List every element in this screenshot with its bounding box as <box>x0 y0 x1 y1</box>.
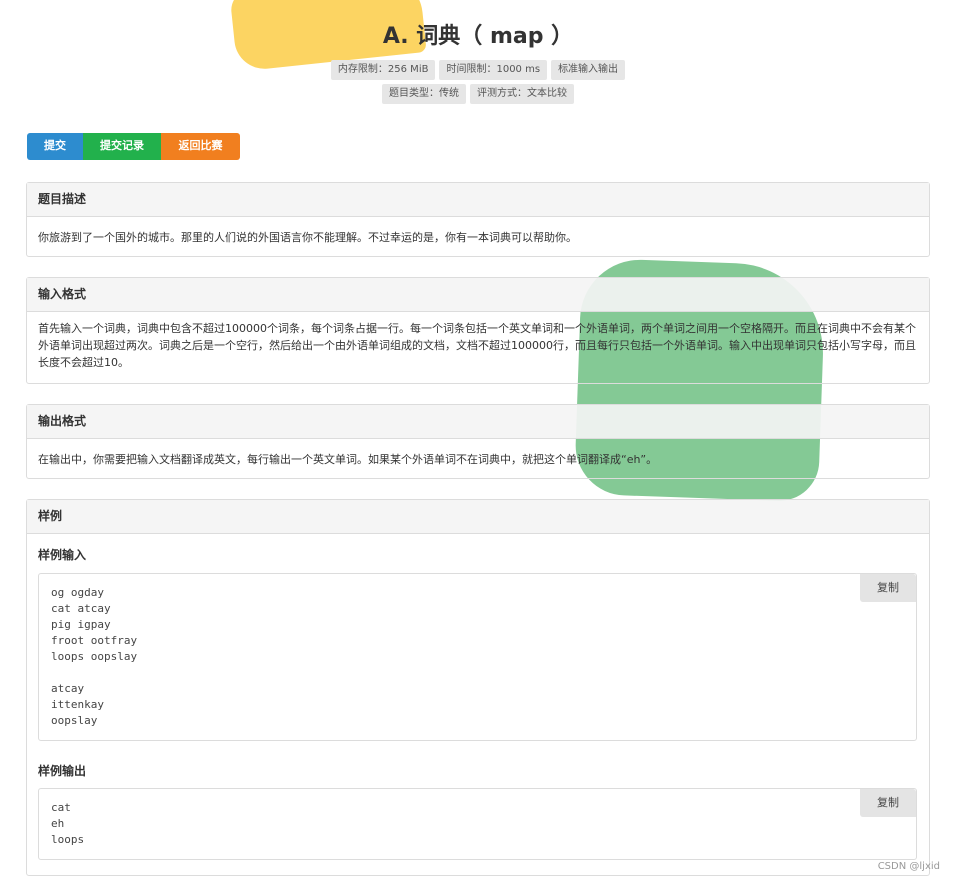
input-format-heading: 输入格式 <box>27 278 929 312</box>
output-format-heading: 输出格式 <box>27 405 929 439</box>
submission-records-button[interactable]: 提交记录 <box>83 133 161 160</box>
copy-output-button[interactable]: 复制 <box>860 789 916 817</box>
problem-type-tag: 题目类型：传统 <box>382 84 466 104</box>
back-to-contest-button[interactable]: 返回比赛 <box>161 133 240 160</box>
sample-input-code: og ogday cat atcay pig igpay froot ootfr… <box>51 586 138 727</box>
description-heading: 题目描述 <box>27 183 929 217</box>
input-format-text: 首先输入一个词典，词典中包含不超过100000个词条，每个词条占据一行。每一个词… <box>38 322 916 369</box>
sample-output-label: 样例输出 <box>38 764 87 778</box>
sample-input-box: og ogday cat atcay pig igpay froot ootfr… <box>38 573 917 741</box>
input-format-panel: 输入格式 首先输入一个词典，词典中包含不超过100000个词条，每个词条占据一行… <box>26 277 930 384</box>
io-type-tag: 标准输入输出 <box>551 60 626 80</box>
output-format-panel: 输出格式 在输出中，你需要把输入文档翻译成英文，每行输出一个英文单词。如果某个外… <box>26 404 930 479</box>
watermark: CSDN @ljxid <box>877 861 940 872</box>
type-tag-row: 题目类型：传统 评测方式：文本比较 <box>0 84 956 104</box>
sample-output-box: cat eh loops 复制 <box>38 788 917 860</box>
output-format-text: 在输出中，你需要把输入文档翻译成英文，每行输出一个英文单词。如果某个外语单词不在… <box>38 453 658 466</box>
description-text: 你旅游到了一个国外的城市。那里的人们说的外国语言你不能理解。不过幸运的是，你有一… <box>38 231 577 244</box>
description-panel: 题目描述 你旅游到了一个国外的城市。那里的人们说的外国语言你不能理解。不过幸运的… <box>26 182 930 257</box>
sample-panel: 样例 样例输入 og ogday cat atcay pig igpay fro… <box>26 499 930 876</box>
sample-heading: 样例 <box>27 500 929 534</box>
memory-limit-tag: 内存限制：256 MiB <box>330 60 436 80</box>
action-button-group: 提交 提交记录 返回比赛 <box>27 133 240 160</box>
judge-method-tag: 评测方式：文本比较 <box>470 84 574 104</box>
limits-tag-row: 内存限制：256 MiB 时间限制：1000 ms 标准输入输出 <box>0 60 956 80</box>
sample-output-code: cat eh loops <box>51 801 85 846</box>
sample-input-label: 样例输入 <box>38 548 87 562</box>
time-limit-tag: 时间限制：1000 ms <box>439 60 548 80</box>
problem-title: A. 词典（ map ） <box>382 24 574 49</box>
submit-button[interactable]: 提交 <box>27 133 83 160</box>
copy-input-button[interactable]: 复制 <box>860 574 916 602</box>
